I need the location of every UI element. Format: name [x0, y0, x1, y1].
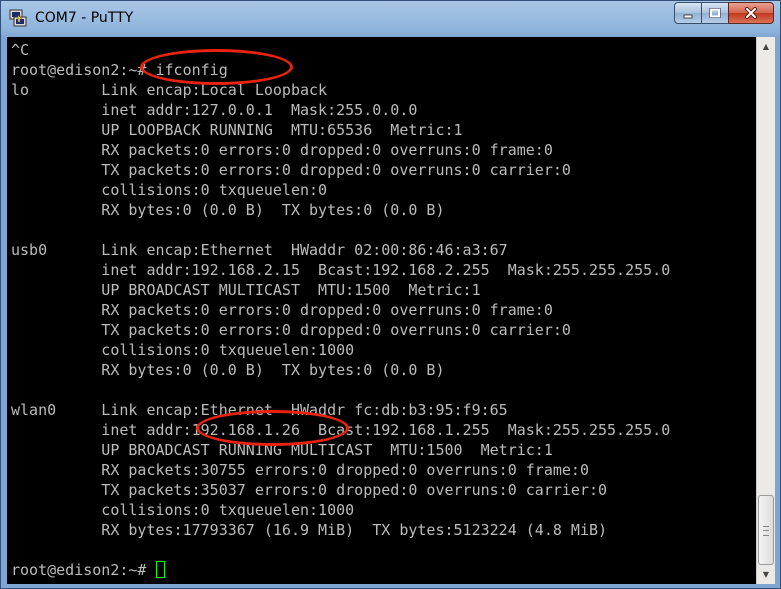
scrollbar-thumb[interactable]	[758, 495, 774, 565]
text-cursor	[155, 561, 165, 578]
terminal-line: collisions:0 txqueuelen:0	[11, 181, 328, 199]
minimize-icon	[683, 14, 693, 19]
terminal-area[interactable]: ^C root@edison2:~# ifconfig lo Link encap:…	[7, 37, 756, 584]
terminal-line: TX packets:35037 errors:0 dropped:0 over…	[11, 481, 608, 499]
window-title: COM7 - PuTTY	[35, 10, 134, 26]
prompt-line[interactable]: root@edison2:~#	[11, 560, 670, 580]
arrow-up-icon: ▲	[762, 42, 770, 51]
terminal-line: ^C	[11, 41, 30, 59]
terminal-line: RX bytes:0 (0.0 B) TX bytes:0 (0.0 B)	[11, 361, 445, 379]
arrow-down-icon: ▼	[762, 570, 770, 579]
title-bar[interactable]: COM7 - PuTTY	[1, 1, 780, 37]
terminal-line: RX bytes:0 (0.0 B) TX bytes:0 (0.0 B)	[11, 201, 445, 219]
terminal-line: inet addr:127.0.0.1 Mask:255.0.0.0	[11, 101, 418, 119]
scroll-down-button[interactable]: ▼	[758, 566, 774, 583]
terminal-line: RX packets:0 errors:0 dropped:0 overruns…	[11, 141, 553, 159]
terminal-line: RX packets:0 errors:0 dropped:0 overruns…	[11, 301, 553, 319]
terminal-line: collisions:0 txqueuelen:1000	[11, 341, 355, 359]
minimize-button[interactable]	[674, 2, 702, 24]
putty-app-icon[interactable]	[9, 9, 27, 27]
maximize-icon	[709, 8, 721, 18]
terminal-line: inet addr:192.168.1.26 Bcast:192.168.1.2…	[11, 421, 671, 439]
terminal-line: RX bytes:17793367 (16.9 MiB) TX bytes:51…	[11, 521, 608, 539]
terminal-output: ^C root@edison2:~# ifconfig lo Link encap:…	[11, 40, 670, 580]
terminal-line: UP BROADCAST MULTICAST MTU:1500 Metric:1	[11, 281, 481, 299]
maximize-button[interactable]	[701, 2, 729, 24]
close-button[interactable]	[728, 2, 774, 24]
vertical-scrollbar[interactable]: ▲ ▼	[756, 37, 775, 584]
terminal-line: root@edison2:~# ifconfig	[11, 61, 228, 79]
terminal-line: wlan0 Link encap:Ethernet HWaddr fc:db:b…	[11, 401, 508, 419]
terminal-line: UP BROADCAST RUNNING MULTICAST MTU:1500 …	[11, 441, 553, 459]
shell-prompt: root@edison2:~#	[11, 561, 156, 579]
window-controls	[674, 2, 774, 24]
close-icon	[745, 7, 757, 19]
putty-window: COM7 - PuTTY ^C root@edison2:~# ifconfig…	[0, 0, 781, 589]
terminal-line: collisions:0 txqueuelen:1000	[11, 501, 355, 519]
terminal-line: usb0 Link encap:Ethernet HWaddr 02:00:86…	[11, 241, 508, 259]
grip-icon	[763, 526, 769, 536]
terminal-line: TX packets:0 errors:0 dropped:0 overruns…	[11, 161, 571, 179]
terminal-line: RX packets:30755 errors:0 dropped:0 over…	[11, 461, 589, 479]
terminal-line: TX packets:0 errors:0 dropped:0 overruns…	[11, 321, 571, 339]
terminal-line: UP LOOPBACK RUNNING MTU:65536 Metric:1	[11, 121, 463, 139]
terminal-line: lo Link encap:Local Loopback	[11, 81, 328, 99]
scroll-up-button[interactable]: ▲	[758, 38, 774, 55]
terminal-line: inet addr:192.168.2.15 Bcast:192.168.2.2…	[11, 261, 671, 279]
